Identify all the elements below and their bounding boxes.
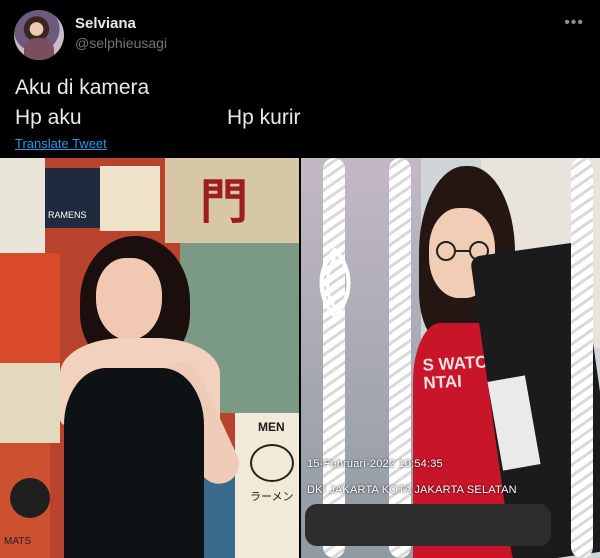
author-name[interactable]: Selviana [75, 15, 136, 32]
photo-timestamp: 15-Februari-2022 10:54:35 [307, 458, 443, 470]
tweet-text-line-1: Aku di kamera [15, 76, 150, 99]
poster [235, 413, 299, 558]
person-dress [64, 368, 204, 558]
poster [0, 158, 45, 253]
gate-ornament-icon [319, 248, 351, 318]
poster-text: MEN [258, 420, 285, 434]
tweet-text-line-2-right: Hp kurir [227, 106, 301, 129]
photo-location: DKI JAKARTA KOTA JAKARTA SELATAN [307, 484, 517, 496]
ramen-bowl-icon [250, 444, 294, 482]
author-handle[interactable]: @selphieusagi [75, 35, 167, 51]
redacted-area [305, 504, 551, 546]
photo-left[interactable]: RAMENS 門 MATS MEN ラーメン [0, 158, 299, 558]
poster-text: ラーメン [250, 491, 294, 503]
tweet-text-line-2-left: Hp aku [15, 106, 82, 129]
photo-right[interactable]: S WATC NTAI 15-Februari-2022 10:54:35 DK… [301, 158, 600, 558]
poster [0, 253, 60, 363]
tweet-header: Selviana @selphieusagi ••• [0, 0, 600, 70]
translate-tweet-link[interactable]: Translate Tweet [15, 136, 107, 151]
poster [100, 166, 160, 231]
person-face [96, 258, 162, 340]
avatar[interactable] [14, 10, 64, 60]
poster [10, 478, 50, 518]
tweet-media[interactable]: RAMENS 門 MATS MEN ラーメン S WATC NTAI 15-Fe… [0, 158, 600, 558]
poster-text: 門 [200, 176, 249, 229]
poster [0, 363, 60, 443]
gate-bar [389, 158, 411, 558]
more-options-icon[interactable]: ••• [564, 14, 584, 32]
shirt-text: S WATC NTAI [422, 352, 488, 393]
poster-text: RAMENS [48, 210, 87, 220]
gate-bar [571, 158, 593, 558]
poster-text: MATS [4, 536, 32, 547]
gate-bar [323, 158, 345, 558]
